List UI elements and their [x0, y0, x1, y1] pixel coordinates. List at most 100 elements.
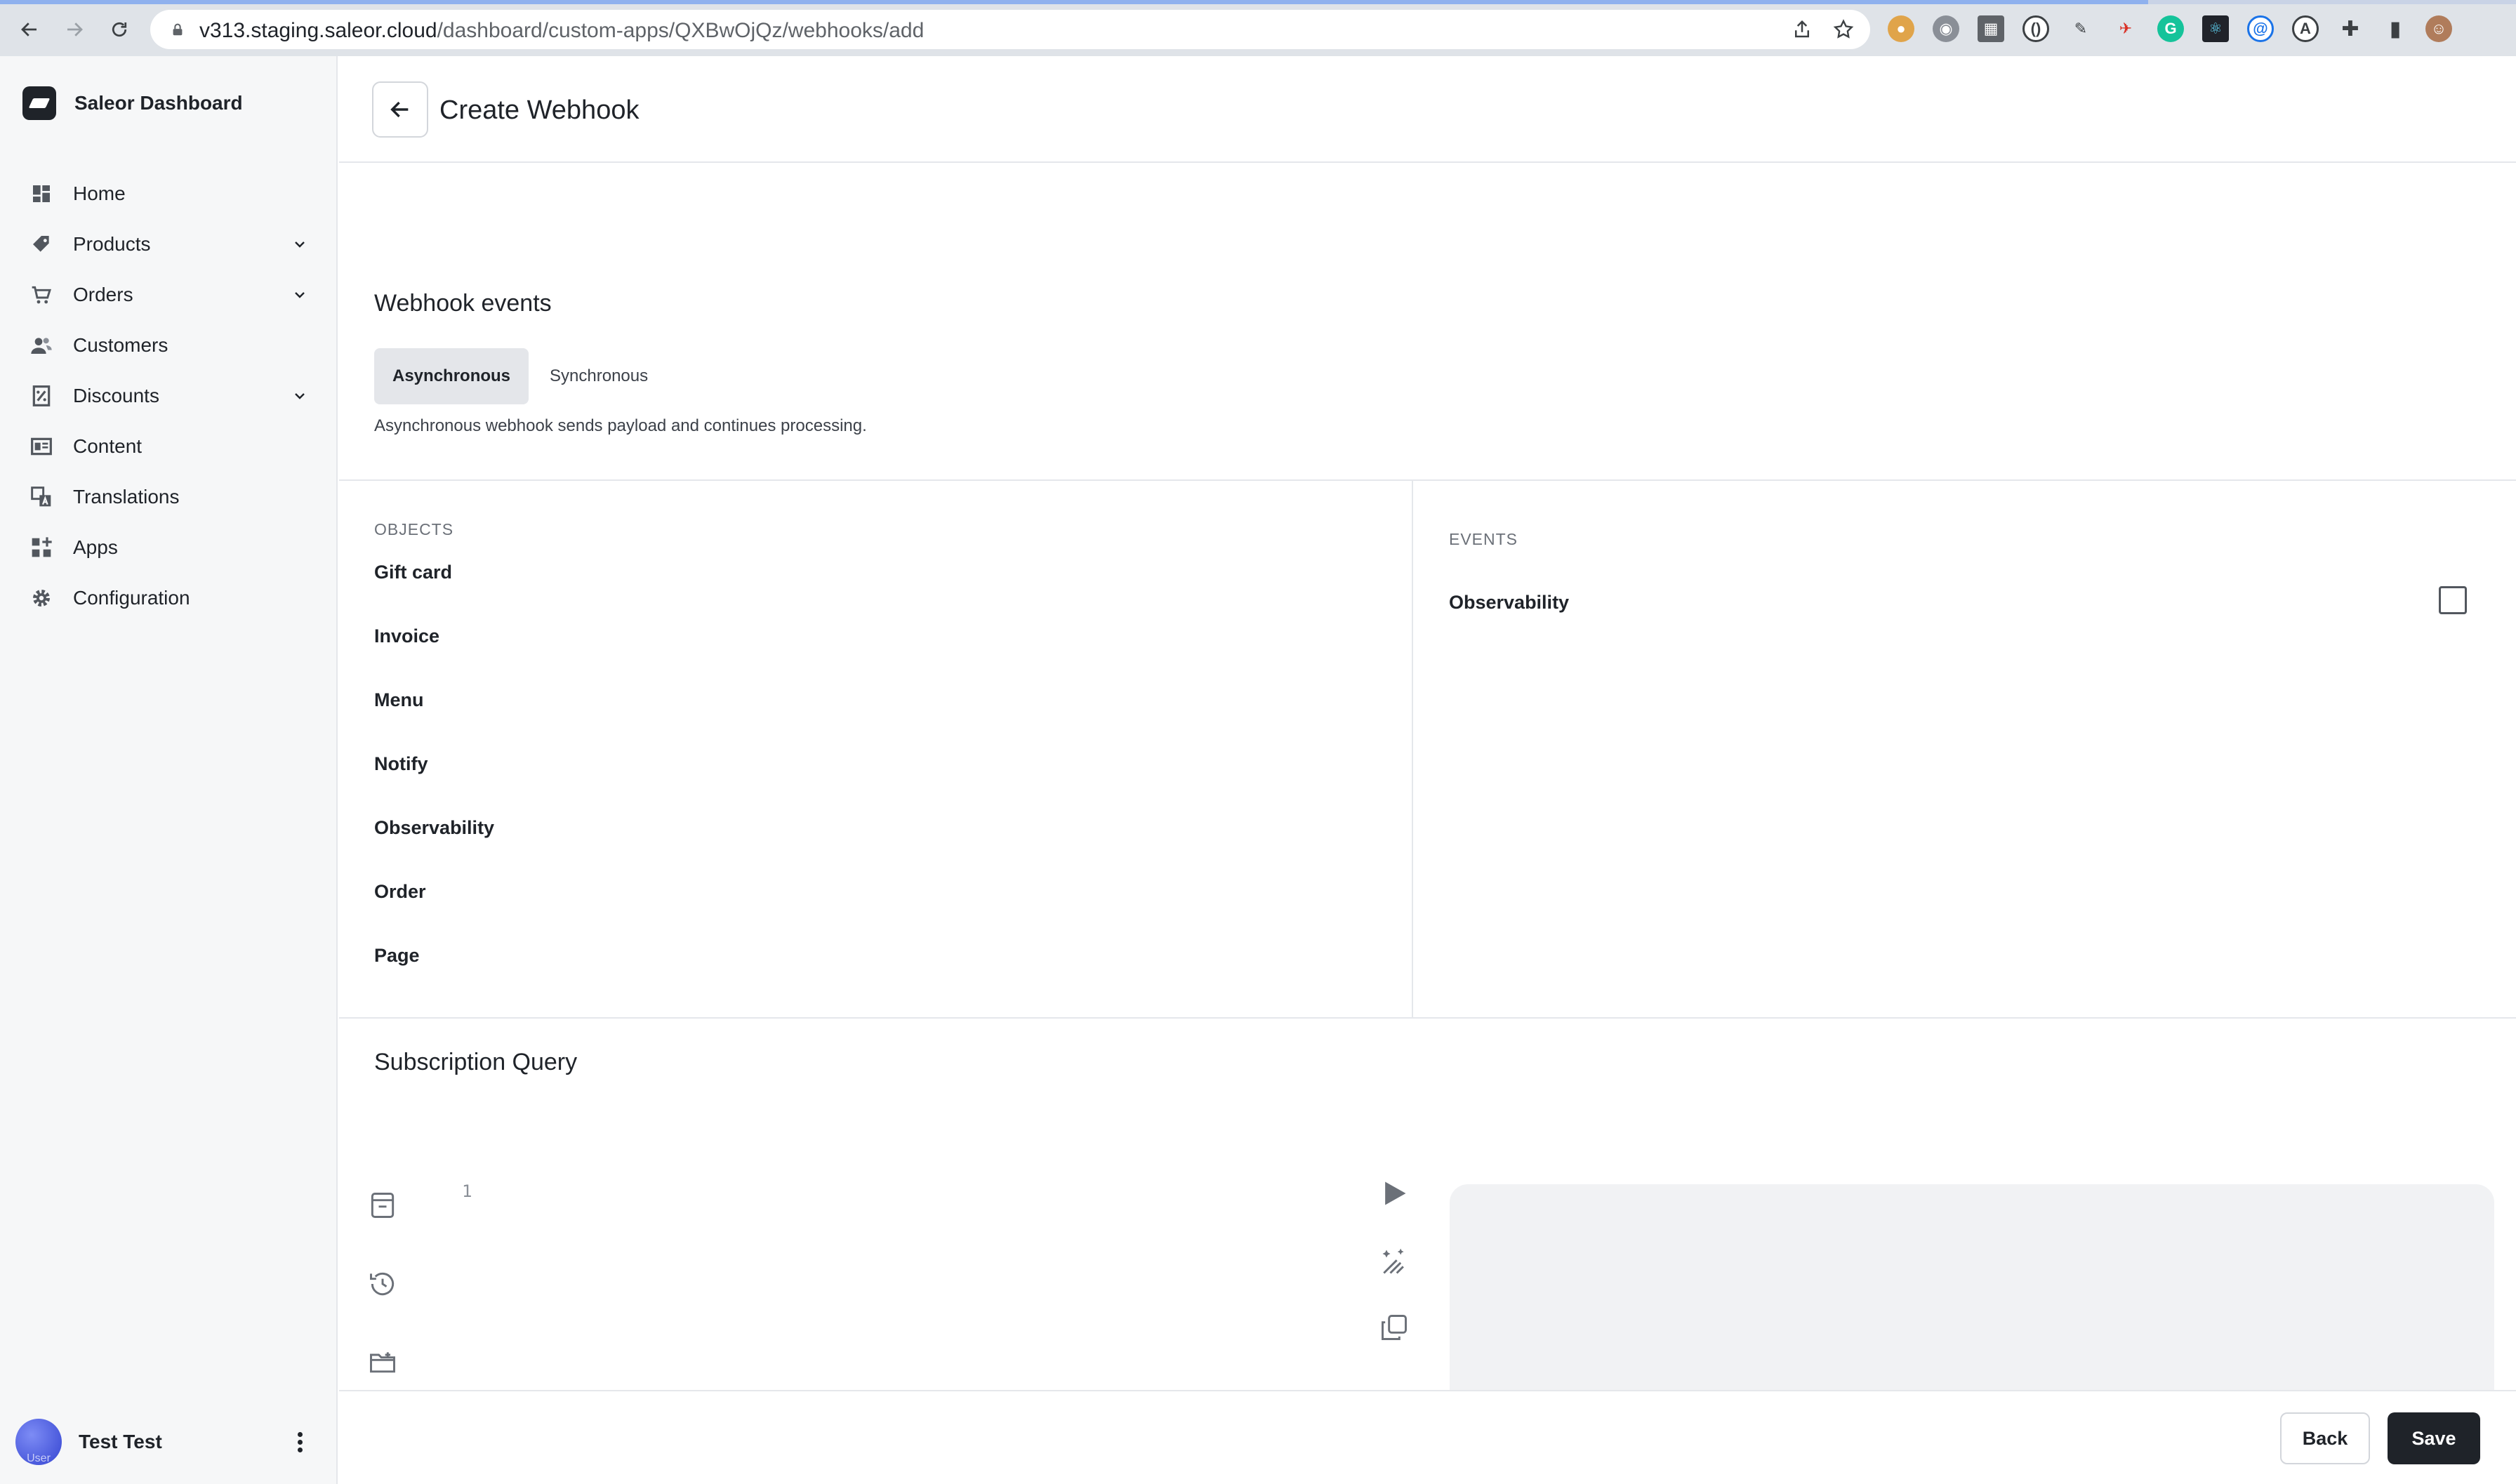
url-host: v313.staging.saleor.cloud [199, 19, 437, 42]
result-pane [1450, 1184, 2494, 1395]
copy-icon[interactable] [1379, 1312, 1410, 1343]
event-type-description: Asynchronous webhook sends payload and c… [374, 416, 867, 435]
tab-strip [0, 0, 2516, 4]
sidebar-item-orders[interactable]: Orders [0, 270, 338, 320]
tag-icon [29, 232, 53, 256]
sidebar-item-label: Content [73, 435, 143, 457]
home-icon [29, 182, 53, 206]
history-icon[interactable] [367, 1268, 398, 1299]
sidebar-item-configuration[interactable]: Configuration [0, 573, 338, 623]
user-name: Test Test [79, 1431, 162, 1452]
panel-divider [1412, 481, 1413, 1019]
sidebar: Saleor Dashboard Home Products Orders Cu… [0, 56, 338, 1484]
back-arrow-button[interactable] [372, 81, 428, 138]
arrow-left-icon [390, 101, 409, 118]
object-item-menu[interactable]: Menu [374, 686, 1357, 750]
explorer-folder-icon[interactable] [367, 1347, 398, 1378]
docs-icon[interactable] [367, 1190, 398, 1221]
events-panel: OBJECTS Gift card Invoice Menu Notify Ob… [339, 479, 2516, 1019]
event-row-observability[interactable]: Observability [1449, 585, 2467, 624]
sidebar-item-apps[interactable]: Apps [0, 522, 338, 573]
active-tab-indicator [0, 0, 2148, 4]
objects-header: OBJECTS [374, 520, 454, 538]
prettify-icon[interactable] [1379, 1246, 1410, 1277]
browser-reload-icon[interactable] [104, 14, 135, 45]
tab-asynchronous[interactable]: Asynchronous [374, 348, 529, 404]
percent-icon [29, 384, 53, 408]
url-path: /dashboard/custom-apps/QXBwOjQz/webhooks… [437, 19, 925, 42]
sidebar-menu: Home Products Orders Customers Discounts… [0, 168, 338, 623]
profile-avatar-icon[interactable]: ☺ [2425, 15, 2452, 42]
browser-forward-icon[interactable] [59, 14, 90, 45]
brand[interactable]: Saleor Dashboard [22, 86, 243, 121]
object-item-notify[interactable]: Notify [374, 750, 1357, 814]
save-bar: Back Save [339, 1390, 2516, 1484]
brand-name: Saleor Dashboard [74, 92, 243, 114]
devtools-extension-icon[interactable]: () [2022, 15, 2049, 42]
apps-icon [29, 536, 53, 559]
sidebar-item-content[interactable]: Content [0, 421, 338, 472]
eyedropper-extension-icon[interactable]: ✎ [2067, 15, 2094, 42]
main-content: Create Webhook Webhook events Asynchrono… [339, 56, 2516, 1484]
share-icon[interactable] [1792, 19, 1813, 40]
chevron-down-icon[interactable] [291, 236, 308, 253]
react-devtools-extension-icon[interactable]: ⚛ [2202, 15, 2229, 42]
webhook-events-title: Webhook events [374, 290, 552, 317]
a-extension-icon[interactable]: A [2292, 15, 2319, 42]
browser-back-icon[interactable] [14, 14, 45, 45]
sidepanel-icon[interactable]: ▮ [2382, 15, 2409, 42]
sidebar-item-label: Discounts [73, 385, 159, 406]
search-extension-icon[interactable]: @ [2247, 15, 2274, 42]
object-item-order[interactable]: Order [374, 877, 1357, 941]
object-item-page[interactable]: Page [374, 941, 1357, 1000]
cookie-extension-icon[interactable]: ● [1888, 15, 1914, 42]
save-button[interactable]: Save [2388, 1412, 2480, 1464]
gear-icon [29, 586, 53, 610]
sidebar-item-label: Products [73, 233, 151, 255]
sidebar-item-label: Configuration [73, 587, 190, 609]
graphiql-editor: 1 [339, 1089, 2516, 1395]
objects-list[interactable]: Gift card Invoice Menu Notify Observabil… [374, 558, 1357, 1000]
sidebar-item-label: Home [73, 183, 126, 204]
events-header: EVENTS [1449, 530, 1518, 548]
back-button[interactable]: Back [2280, 1412, 2370, 1464]
more-options-icon[interactable] [296, 1432, 303, 1453]
grammarly-extension-icon[interactable]: G [2157, 15, 2184, 42]
sidebar-item-label: Apps [73, 536, 118, 558]
saleor-logo-icon [22, 86, 56, 120]
translate-icon [29, 485, 53, 509]
page-header: Create Webhook [339, 56, 2516, 163]
line-number: 1 [462, 1181, 472, 1201]
puzzle-extensions-icon[interactable]: ✚ [2337, 15, 2364, 42]
cart-icon [29, 283, 53, 307]
event-checkbox[interactable] [2439, 586, 2467, 614]
event-type-toggle: Asynchronous Synchronous [374, 348, 666, 404]
camera-extension-icon[interactable]: ◉ [1933, 15, 1959, 42]
page-title: Create Webhook [439, 95, 640, 125]
tab-synchronous[interactable]: Synchronous [531, 348, 666, 404]
object-item-gift-card[interactable]: Gift card [374, 558, 1357, 622]
event-label: Observability [1449, 592, 1570, 613]
lock-icon [173, 23, 183, 36]
chevron-down-icon[interactable] [291, 387, 308, 404]
url-text[interactable]: v313.staging.saleor.cloud/dashboard/cust… [199, 19, 924, 43]
avatar: User [15, 1419, 62, 1465]
sidebar-item-discounts[interactable]: Discounts [0, 371, 338, 421]
object-item-invoice[interactable]: Invoice [374, 622, 1357, 686]
sidebar-item-label: Translations [73, 486, 180, 508]
browser-chrome: v313.staging.saleor.cloud/dashboard/cust… [0, 0, 2516, 56]
sidebar-item-label: Orders [73, 284, 133, 305]
run-play-icon[interactable] [1379, 1178, 1410, 1209]
grid-extension-icon[interactable]: ▦ [1978, 15, 2004, 42]
sidebar-item-translations[interactable]: Translations [0, 472, 338, 522]
sidebar-item-home[interactable]: Home [0, 168, 338, 219]
sidebar-item-products[interactable]: Products [0, 219, 338, 270]
sidebar-item-customers[interactable]: Customers [0, 320, 338, 371]
object-item-observability[interactable]: Observability [374, 814, 1357, 877]
user-menu[interactable]: User Test Test [15, 1414, 324, 1470]
bookmark-star-icon[interactable] [1832, 18, 1855, 41]
users-icon [29, 333, 53, 357]
chevron-down-icon[interactable] [291, 286, 308, 303]
address-bar[interactable]: v313.staging.saleor.cloud/dashboard/cust… [150, 10, 1870, 49]
red-extension-icon[interactable]: ✈ [2112, 15, 2139, 42]
